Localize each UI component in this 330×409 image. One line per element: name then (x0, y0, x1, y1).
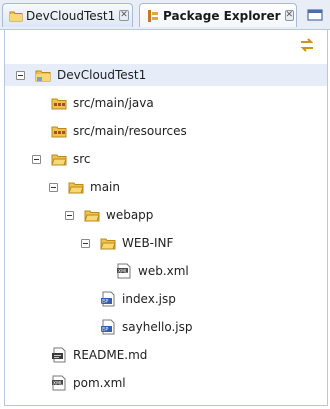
folder-icon (68, 179, 84, 195)
tree-item-label: DevCloudTest1 (57, 68, 147, 82)
tree-item-label: webapp (106, 208, 154, 222)
collapse-toggle[interactable] (16, 70, 25, 80)
xml-file-icon: XML (51, 375, 67, 391)
tree-item-web-inf[interactable]: WEB-INF (81, 232, 173, 254)
tree-item-label: index.jsp (122, 292, 176, 306)
svg-text:XML: XML (118, 268, 128, 274)
xml-file-icon: XML (116, 263, 132, 279)
project-folder-icon (35, 67, 51, 83)
tree-item-web-xml[interactable]: XML web.xml (116, 260, 189, 282)
jsp-file-icon: JSP (100, 291, 116, 307)
folder-icon (100, 235, 116, 251)
text-file-icon (51, 347, 67, 363)
tab-package-explorer[interactable]: Package Explorer ✕ (139, 3, 297, 27)
collapse-toggle[interactable] (81, 238, 90, 248)
tree-item-sayhello-jsp[interactable]: JSP sayhello.jsp (100, 316, 193, 338)
source-folder-icon (51, 123, 67, 139)
maximize-icon[interactable] (306, 8, 324, 22)
tree-item-label: sayhello.jsp (122, 320, 193, 334)
tab-label: Package Explorer (163, 8, 281, 23)
tree-item-label: web.xml (138, 264, 189, 278)
collapse-toggle[interactable] (32, 154, 41, 164)
tree-item-label: src/main/resources (73, 124, 187, 138)
tree-item-label: main (90, 180, 120, 194)
tree-item-label: WEB-INF (122, 236, 174, 250)
svg-text:XML: XML (53, 380, 63, 386)
tree-item-pom-xml[interactable]: XML pom.xml (51, 372, 126, 394)
folder-icon (51, 151, 67, 167)
package-explorer-panel: DevCloudTest1 src/main/java src/main/res… (4, 30, 328, 406)
tree-item-readme[interactable]: README.md (51, 344, 147, 366)
tree-item-src[interactable]: src (32, 148, 91, 170)
collapse-toggle[interactable] (65, 210, 74, 220)
folder-icon (84, 207, 100, 223)
jsp-file-icon: JSP (100, 319, 116, 335)
tab-label: DevCloudTest1 (26, 8, 116, 23)
folder-icon (9, 9, 23, 23)
tree-item-label: pom.xml (73, 376, 126, 390)
svg-text:JSP: JSP (101, 299, 109, 305)
tree-item-label: src (73, 152, 91, 166)
close-icon[interactable]: ✕ (119, 10, 129, 21)
tree-item-webapp[interactable]: webapp (65, 204, 153, 226)
svg-text:JSP: JSP (101, 327, 109, 333)
collapse-toggle[interactable] (49, 182, 58, 192)
tree-item-label: src/main/java (73, 96, 154, 110)
source-folder-icon (51, 95, 67, 111)
tree-item-src-main-resources[interactable]: src/main/resources (51, 120, 187, 142)
close-icon[interactable]: ✕ (284, 10, 295, 21)
tree-item-main[interactable]: main (49, 176, 120, 198)
tree-item-index-jsp[interactable]: JSP index.jsp (100, 288, 176, 310)
tree-item-project[interactable]: DevCloudTest1 (5, 64, 327, 86)
tab-devcloudtest1[interactable]: DevCloudTest1 ✕ (2, 3, 133, 27)
link-with-editor-icon[interactable] (297, 36, 317, 54)
view-tab-bar: DevCloudTest1 ✕ Package Explorer ✕ (0, 0, 330, 30)
tree-item-label: README.md (73, 348, 148, 362)
tree-item-src-main-java[interactable]: src/main/java (51, 92, 154, 114)
package-explorer-icon (146, 9, 160, 23)
